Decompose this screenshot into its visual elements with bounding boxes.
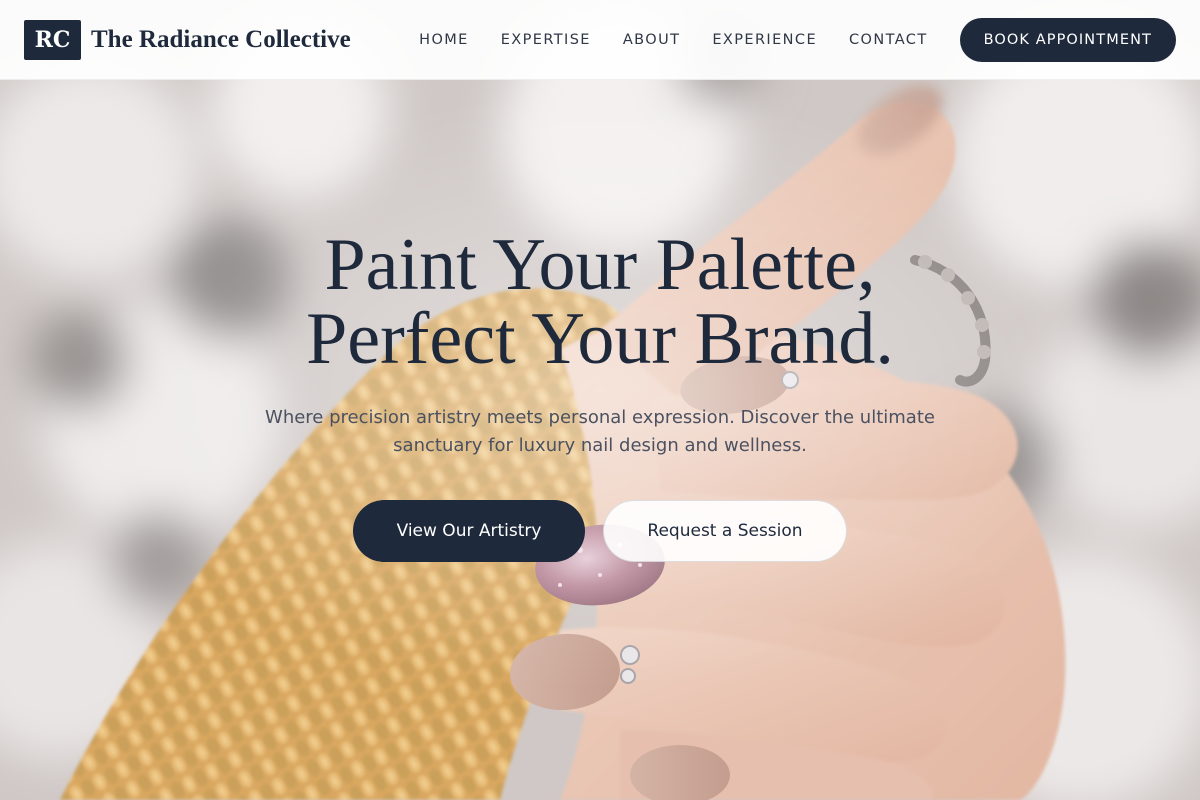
- nav-home[interactable]: HOME: [419, 32, 469, 48]
- hero-title-line-1: Paint Your Palette,: [324, 224, 876, 306]
- hero-title: Paint Your Palette, Perfect Your Brand.: [0, 228, 1200, 376]
- logo-mark[interactable]: RC: [24, 19, 81, 60]
- book-appointment-button[interactable]: BOOK APPOINTMENT: [959, 17, 1176, 62]
- main-nav: HOME EXPERTISE ABOUT EXPERIENCE CONTACT …: [419, 17, 1176, 62]
- brand-name[interactable]: The Radiance Collective: [91, 26, 351, 54]
- request-session-button[interactable]: Request a Session: [603, 500, 847, 562]
- view-artistry-button[interactable]: View Our Artistry: [353, 500, 585, 562]
- hero-section: Paint Your Palette, Perfect Your Brand. …: [0, 228, 1200, 562]
- hero-cta-group: View Our Artistry Request a Session: [0, 500, 1200, 562]
- site-header: RC The Radiance Collective HOME EXPERTIS…: [0, 0, 1200, 80]
- hero-subtitle: Where precision artistry meets personal …: [265, 407, 935, 456]
- hero-title-line-2: Perfect Your Brand.: [306, 298, 894, 380]
- nav-expertise[interactable]: EXPERTISE: [501, 32, 591, 48]
- nav-contact[interactable]: CONTACT: [849, 32, 928, 48]
- nav-about[interactable]: ABOUT: [623, 32, 681, 48]
- nav-experience[interactable]: EXPERIENCE: [712, 32, 817, 48]
